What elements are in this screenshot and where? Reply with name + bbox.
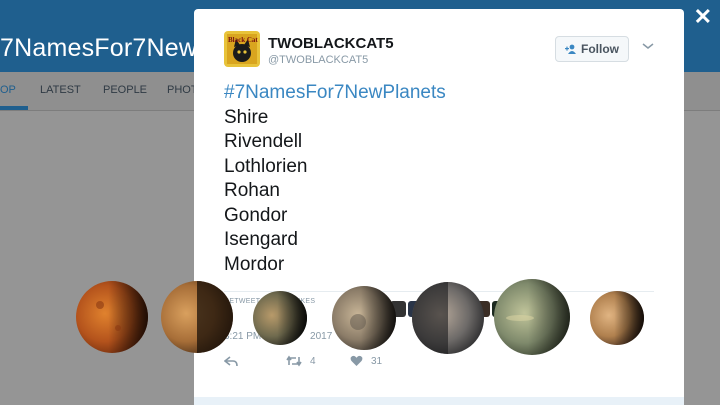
planet-name-1: Shire [224,106,269,128]
close-icon[interactable]: ✕ [694,6,712,28]
tweet-text: #7NamesFor7NewPlanets Shire Rivendell Lo… [224,81,446,277]
like-count: 31 [371,355,383,367]
follow-label: Follow [581,42,619,56]
liker-avatar[interactable] [390,301,406,317]
reply-icon [224,356,238,367]
follow-button[interactable]: Follow [555,36,629,62]
active-tab-indicator [0,106,28,110]
liker-avatar[interactable] [408,301,424,317]
avatar[interactable]: Black Cat [224,31,260,67]
tab-latest[interactable]: LATEST [40,84,81,96]
add-user-icon [565,44,576,54]
modal-footer [194,397,684,405]
heart-icon [350,355,363,366]
avatar-logo-text: Black Cat [228,36,258,44]
tweet-modal: Black Cat TWOBLACKCAT5 @TWOBLACKCAT5 Fol… [194,9,684,405]
liker-avatar[interactable] [492,301,508,317]
tab-people[interactable]: PEOPLE [103,84,147,96]
retweet-count: 4 [310,355,316,367]
retweet-button[interactable]: 4 [286,355,316,367]
retweets-label[interactable]: RETWEETS [224,298,265,305]
tweet-timestamp: 3:21 PM 2017 [224,331,332,342]
user-handle[interactable]: @TWOBLACKCAT5 [268,54,368,66]
planet-name-6: Isengard [224,229,298,250]
hashtag-link[interactable]: #7NamesFor7NewPlanets [224,81,446,106]
planet-name-3: Lothlorien [224,155,308,177]
timestamp-time: 3:21 PM [224,331,262,342]
retweet-icon [286,355,302,367]
chevron-down-icon[interactable] [641,41,655,51]
like-button[interactable]: 31 [350,355,382,367]
likes-label[interactable]: LIKES [294,298,315,305]
planet-name-7: Mordor [224,253,285,275]
planet-name-5: Gondor [224,204,288,226]
display-name[interactable]: TWOBLACKCAT5 [268,35,394,52]
timestamp-year: 2017 [310,331,333,342]
stats-divider [224,291,654,292]
planet-name-4: Rohan [224,180,280,201]
liker-avatar[interactable] [474,301,490,317]
reply-button[interactable] [224,355,238,367]
tab-top[interactable]: OP [0,84,16,96]
planet-name-2: Rivendell [224,131,303,152]
